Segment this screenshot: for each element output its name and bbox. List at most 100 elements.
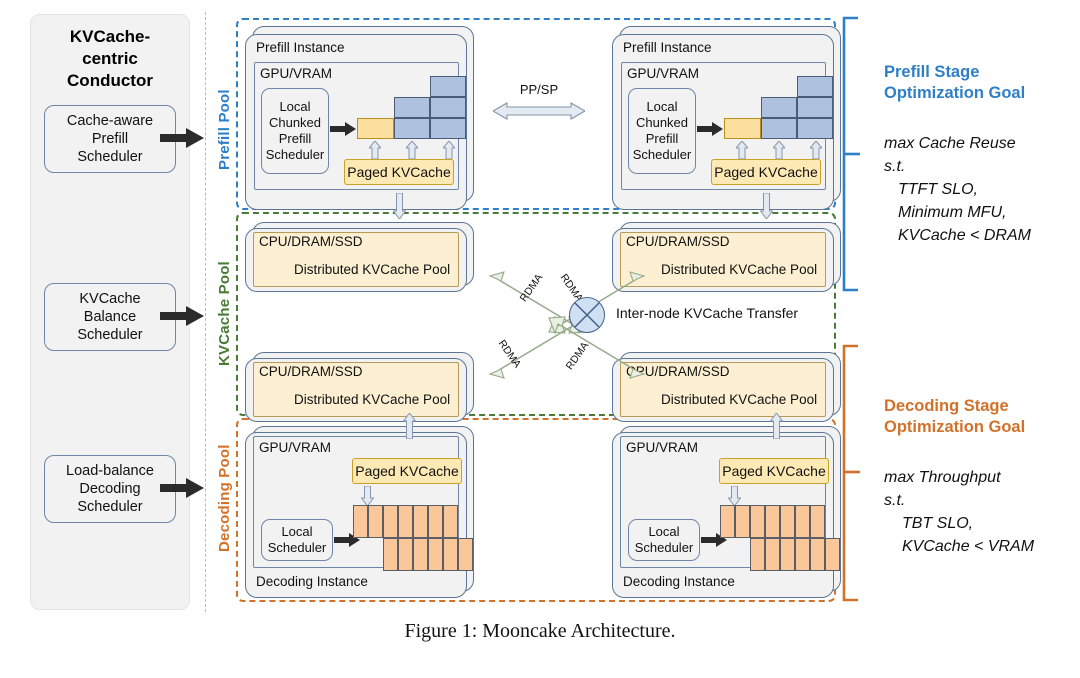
prefill-instance-2-local-scheduler[interactable]: Local Chunked Prefill Scheduler	[628, 88, 696, 174]
decoding-instance-2-local-scheduler[interactable]: Local Scheduler	[628, 519, 700, 561]
prefill-instance-2-dispatch-arrow-icon	[697, 122, 723, 136]
decoding-instance-1-paged-kvcache: Paged KVCache	[352, 458, 462, 484]
decoding-block	[780, 505, 795, 538]
cache-aware-prefill-scheduler-box[interactable]: Cache-aware Prefill Scheduler	[44, 105, 176, 173]
prefill-2-cache-arrow-icon	[773, 141, 785, 159]
prefill-instance-1-dispatch-arrow-icon	[330, 122, 356, 136]
decoding-block	[765, 538, 780, 571]
prefill-block-blue	[430, 97, 466, 118]
decoding-instance-1-local-scheduler-label: Local Scheduler	[267, 524, 327, 555]
decoding-block	[368, 505, 383, 538]
inter-node-switch-icon	[569, 297, 605, 333]
load-balance-decoding-scheduler-box[interactable]: Load-balance Decoding Scheduler	[44, 455, 176, 523]
decoding-block	[750, 505, 765, 538]
decoding-block	[443, 538, 458, 571]
decoding-block	[353, 505, 368, 538]
pp-sp-arrow-icon	[493, 102, 585, 120]
kvcache-node-3-top-label: CPU/DRAM/SSD	[259, 364, 363, 379]
decoding-goal-objective: max Throughput	[884, 469, 1001, 486]
prefill-instance-2-local-scheduler-label: Local Chunked Prefill Scheduler	[632, 99, 692, 162]
decoding-block	[413, 538, 428, 571]
figure-canvas: KVCache- centric Conductor Cache-aware P…	[0, 0, 1080, 678]
decoding-block	[720, 505, 735, 538]
prefill-1-cache-arrow-icon	[443, 141, 455, 159]
pool-label-kvcache: KVCache Pool	[216, 261, 233, 367]
prefill-goal-constraint-2: Minimum MFU,	[898, 204, 1007, 221]
prefill-block-blue	[430, 118, 466, 139]
decoding-instance-2-local-scheduler-label: Local Scheduler	[634, 524, 694, 555]
decoding-block	[810, 538, 825, 571]
decoding-goal-constraint-2: KVCache < VRAM	[902, 538, 1035, 555]
prefill-block-yellow	[724, 118, 761, 139]
prefill-instance-1-paged-kvcache: Paged KVCache	[344, 159, 454, 185]
decoding-block	[383, 505, 398, 538]
decoding-block	[795, 538, 810, 571]
decoding-goal-bracket	[838, 342, 862, 609]
decoding-block	[795, 505, 810, 538]
prefill-1-cache-arrow-icon	[406, 141, 418, 159]
prefill-instance-1-local-scheduler[interactable]: Local Chunked Prefill Scheduler	[261, 88, 329, 174]
decoding-instance-1-local-scheduler[interactable]: Local Scheduler	[261, 519, 333, 561]
decoding-2-cache-arrow-icon	[728, 486, 741, 506]
prefill-instance-1-gpu-label: GPU/VRAM	[260, 66, 333, 81]
prefill-block-blue	[761, 118, 797, 139]
kvcache-node-4-bottom-label: Distributed KVCache Pool	[661, 392, 818, 407]
decoding-1-from-dram-arrow-icon	[403, 413, 416, 439]
decoding-goal-subject-to: s.t.	[884, 492, 906, 509]
conductor-title: KVCache- centric Conductor	[67, 27, 153, 90]
prefill-instance-1-title: Prefill Instance	[256, 40, 345, 55]
prefill-block-yellow	[357, 118, 394, 139]
prefill-instance-2-gpu-label: GPU/VRAM	[627, 66, 700, 81]
kvcache-node-3-bottom-label: Distributed KVCache Pool	[294, 392, 451, 407]
arrow-to-prefill-pool-icon	[160, 128, 204, 148]
decoding-instance-2-paged-kvcache-label: Paged KVCache	[722, 463, 826, 479]
vertical-divider	[205, 12, 206, 612]
decoding-block	[750, 538, 765, 571]
decoding-goal-constraint-1: TBT SLO,	[902, 515, 974, 532]
decoding-instance-1-gpu-label: GPU/VRAM	[259, 440, 332, 455]
prefill-block-blue	[797, 118, 833, 139]
load-balance-decoding-scheduler-label: Load-balance Decoding Scheduler	[66, 463, 154, 515]
decoding-instance-2-gpu-label: GPU/VRAM	[626, 440, 699, 455]
prefill-block-blue	[761, 97, 797, 118]
prefill-block-blue	[797, 97, 833, 118]
prefill-goal-bracket	[838, 14, 862, 299]
prefill-block-blue	[797, 76, 833, 97]
decoding-block	[398, 538, 413, 571]
kvcache-node-2-top-label: CPU/DRAM/SSD	[626, 234, 730, 249]
prefill-2-cache-arrow-icon	[736, 141, 748, 159]
decoding-block	[810, 505, 825, 538]
prefill-block-blue	[394, 118, 430, 139]
prefill-goal-title: Prefill Stage Optimization Goal	[884, 63, 1026, 102]
decoding-instance-2-title: Decoding Instance	[623, 574, 735, 589]
decoding-instance-2-paged-kvcache: Paged KVCache	[719, 458, 829, 484]
prefill-block-blue	[394, 97, 430, 118]
kvcache-balance-scheduler-label: KVCache Balance Scheduler	[77, 291, 143, 343]
pool-label-prefill: Prefill Pool	[216, 89, 233, 171]
decoding-block	[398, 505, 413, 538]
kvcache-balance-scheduler-box[interactable]: KVCache Balance Scheduler	[44, 283, 176, 351]
prefill-instance-2-paged-kvcache: Paged KVCache	[711, 159, 821, 185]
decoding-block	[383, 538, 398, 571]
pp-sp-label: PP/SP	[519, 82, 559, 97]
decoding-block	[735, 505, 750, 538]
decoding-instance-1-paged-kvcache-label: Paged KVCache	[355, 463, 459, 479]
prefill-block-blue	[430, 76, 466, 97]
prefill-2-to-dram-arrow-icon	[760, 193, 773, 219]
decoding-block	[765, 505, 780, 538]
prefill-goal-subject-to: s.t.	[884, 158, 906, 175]
inter-node-transfer-label: Inter-node KVCache Transfer	[616, 305, 799, 321]
decoding-block	[413, 505, 428, 538]
decoding-block	[443, 505, 458, 538]
decoding-block	[428, 505, 443, 538]
prefill-goal-constraint-1: TTFT SLO,	[898, 181, 978, 198]
prefill-instance-2-title: Prefill Instance	[623, 40, 712, 55]
prefill-goal-objective: max Cache Reuse	[884, 135, 1016, 152]
cache-aware-prefill-scheduler-label: Cache-aware Prefill Scheduler	[66, 113, 154, 165]
prefill-instance-1-local-scheduler-label: Local Chunked Prefill Scheduler	[265, 99, 325, 162]
decoding-2-from-dram-arrow-icon	[770, 413, 783, 439]
arrow-to-decoding-pool-icon	[160, 478, 204, 498]
pool-label-decoding: Decoding Pool	[216, 444, 233, 552]
decoding-goal-title: Decoding Stage Optimization Goal	[884, 397, 1026, 436]
prefill-goal-constraint-3: KVCache < DRAM	[898, 227, 1031, 244]
